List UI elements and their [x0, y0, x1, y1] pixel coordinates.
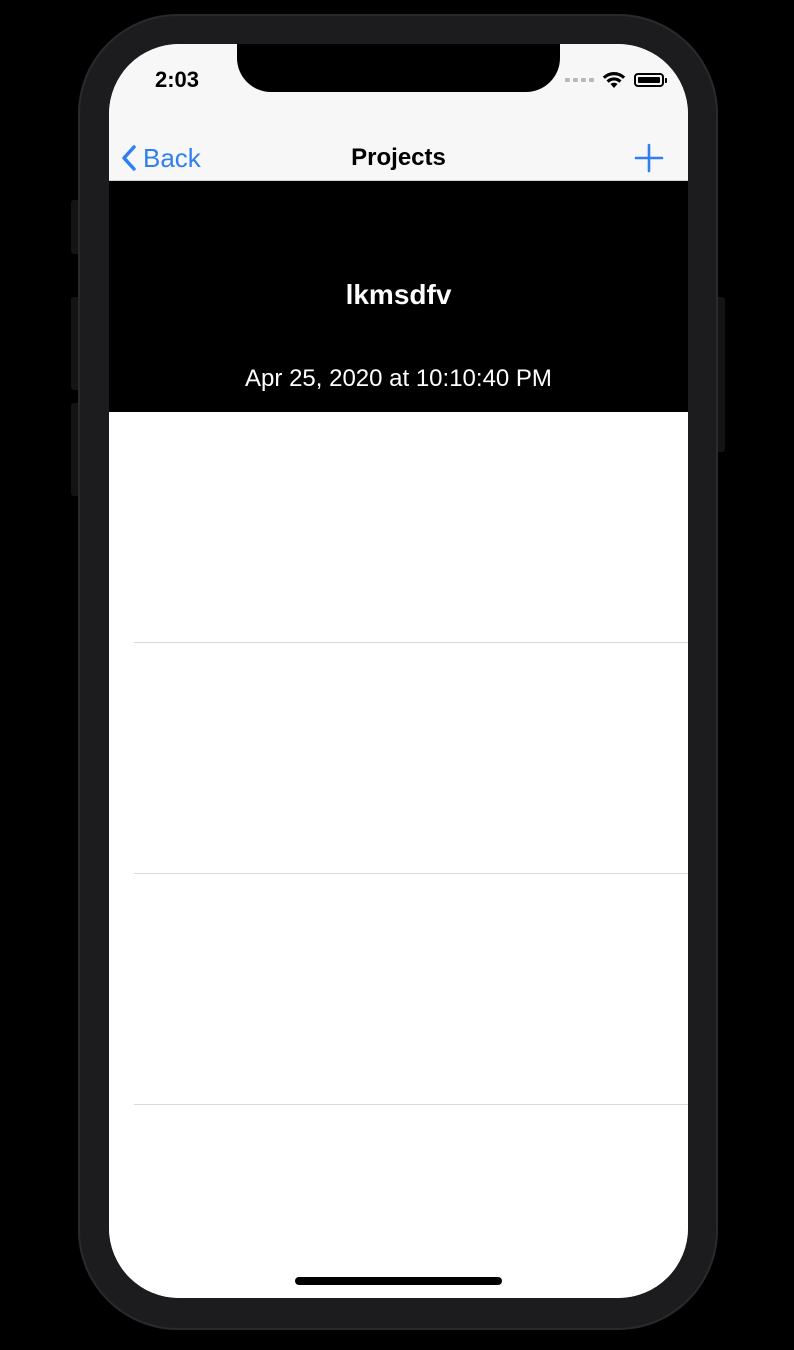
home-indicator[interactable]	[295, 1277, 502, 1285]
notch	[237, 44, 560, 92]
list-item[interactable]	[109, 412, 688, 643]
project-name: lkmsdfv	[345, 279, 452, 310]
navigation-bar: Back Projects	[109, 136, 688, 181]
project-list	[109, 412, 688, 1298]
project-date: Apr 25, 2020 at 10:10:40 PM	[245, 365, 552, 392]
add-project-button[interactable]	[634, 143, 664, 173]
list-item[interactable]	[109, 643, 688, 874]
page-title: Projects	[351, 144, 446, 171]
project-header: lkmsdfv Apr 25, 2020 at 10:10:40 PM	[109, 181, 688, 412]
status-icons	[565, 70, 667, 90]
status-time: 2:03	[155, 67, 200, 92]
signal-icon	[565, 78, 594, 82]
phone-screen: 2:03 Back Projects lkmsdfv Apr 25, 2020 …	[109, 44, 688, 1298]
status-bar: 2:03	[109, 44, 688, 136]
list-item[interactable]	[109, 1105, 688, 1298]
plus-icon	[634, 143, 664, 173]
battery-icon	[634, 73, 667, 87]
list-item[interactable]	[109, 874, 688, 1105]
wifi-icon	[602, 72, 626, 88]
